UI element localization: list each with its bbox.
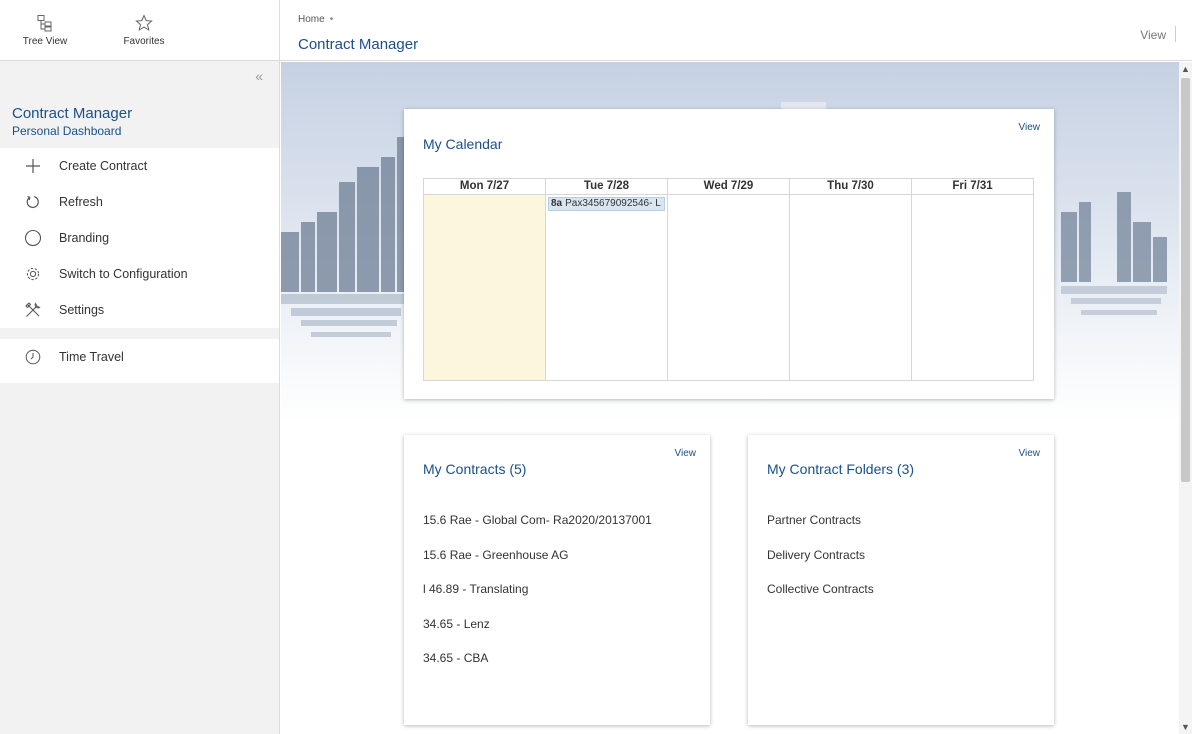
menu-item-label: Refresh [59, 195, 103, 209]
calendar-title: My Calendar [423, 136, 503, 152]
clock-icon [24, 348, 42, 366]
breadcrumb-home-link[interactable]: Home [298, 14, 325, 25]
menu-item-label: Time Travel [59, 350, 124, 364]
sidebar-subtitle: Personal Dashboard [12, 124, 122, 138]
calendar-day-column[interactable]: Thu 7/30 [790, 179, 912, 380]
gear-icon [24, 265, 42, 283]
star-icon [135, 14, 153, 32]
contracts-list: 15.6 Rae - Global Com- Ra2020/20137001 1… [423, 513, 652, 686]
menu-item-label: Create Contract [59, 159, 148, 173]
page-header: Home • Contract Manager View [280, 0, 1192, 61]
sidebar-toolbar: Tree View Favorites [0, 0, 279, 61]
settings-button[interactable]: Settings [0, 292, 279, 328]
dashboard-main: View My Calendar Mon 7/27 Tue 7/28 8a Pax… [281, 62, 1179, 734]
calendar-day-column[interactable]: Fri 7/31 [912, 179, 1033, 380]
contract-list-item[interactable]: 15.6 Rae - Global Com- Ra2020/20137001 [423, 513, 652, 548]
folder-list-item[interactable]: Partner Contracts [767, 513, 874, 548]
header-divider [1175, 26, 1176, 42]
calendar-day-body[interactable] [424, 195, 545, 380]
calendar-day-body[interactable] [790, 195, 911, 380]
scroll-up-arrow-icon[interactable]: ▲ [1179, 64, 1192, 76]
menu-item-label: Settings [59, 303, 105, 317]
sidebar-menu: Create Contract Refresh Branding Switch … [0, 148, 279, 328]
tree-view-button[interactable]: Tree View [10, 14, 80, 47]
calendar-day-body[interactable]: 8a Pax345679092546- L [546, 195, 667, 380]
contract-list-item[interactable]: 34.65 - CBA [423, 651, 652, 686]
contract-list-item[interactable]: 34.65 - Lenz [423, 617, 652, 652]
calendar-view-link[interactable]: View [1019, 122, 1041, 133]
calendar-day-column[interactable]: Tue 7/28 8a Pax345679092546- L [546, 179, 668, 380]
calendar-event-text: Pax345679092546- L [565, 198, 661, 209]
branding-button[interactable]: Branding [0, 220, 279, 256]
scroll-down-arrow-icon[interactable]: ▼ [1179, 722, 1192, 734]
sidebar-secondary-menu: Time Travel [0, 339, 279, 383]
refresh-button[interactable]: Refresh [0, 184, 279, 220]
calendar-day-body[interactable] [668, 195, 789, 380]
contracts-title: My Contracts (5) [423, 461, 527, 477]
tree-view-icon [37, 15, 52, 32]
calendar-day-header: Tue 7/28 [546, 179, 667, 195]
contract-list-item[interactable]: l 46.89 - Translating [423, 582, 652, 617]
folder-list-item[interactable]: Collective Contracts [767, 582, 874, 617]
contract-list-item[interactable]: 15.6 Rae - Greenhouse AG [423, 548, 652, 583]
breadcrumb-separator: • [329, 14, 334, 25]
scroll-thumb[interactable] [1181, 78, 1190, 482]
menu-item-label: Branding [59, 231, 110, 245]
breadcrumb: Home • [298, 14, 333, 25]
calendar-event-time: 8a [551, 198, 563, 209]
contracts-card: View My Contracts (5) 15.6 Rae - Global … [404, 435, 710, 725]
collapse-sidebar-icon[interactable]: « [255, 68, 263, 84]
favorites-button[interactable]: Favorites [109, 14, 179, 47]
calendar-day-column[interactable]: Mon 7/27 [424, 179, 546, 380]
sidebar-title: Contract Manager [12, 105, 133, 122]
contract-folders-card: View My Contract Folders (3) Partner Con… [748, 435, 1054, 725]
calendar-day-body[interactable] [912, 195, 1033, 380]
calendar-day-header: Mon 7/27 [424, 179, 545, 195]
favorites-label: Favorites [123, 36, 165, 47]
folder-list-item[interactable]: Delivery Contracts [767, 548, 874, 583]
vertical-scrollbar[interactable]: ▲ ▼ [1179, 62, 1192, 734]
calendar-day-header: Fri 7/31 [912, 179, 1033, 195]
switch-to-configuration-button[interactable]: Switch to Configuration [0, 256, 279, 292]
sidebar-heading: Contract Manager Personal Dashboard [12, 105, 132, 138]
tree-view-label: Tree View [22, 36, 68, 47]
plus-icon [24, 157, 42, 175]
calendar-day-header: Thu 7/30 [790, 179, 911, 195]
calendar-day-header: Wed 7/29 [668, 179, 789, 195]
tools-icon [24, 301, 42, 319]
menu-item-label: Switch to Configuration [59, 267, 188, 281]
folders-title: My Contract Folders (3) [767, 461, 915, 477]
calendar-day-column[interactable]: Wed 7/29 [668, 179, 790, 380]
calendar-card: View My Calendar Mon 7/27 Tue 7/28 8a Pax… [404, 109, 1054, 399]
folders-view-link[interactable]: View [1019, 448, 1041, 459]
calendar-grid: Mon 7/27 Tue 7/28 8a Pax345679092546- L W… [423, 178, 1034, 381]
calendar-event[interactable]: 8a Pax345679092546- L [548, 197, 665, 211]
page-title: Contract Manager [298, 36, 419, 53]
refresh-icon [24, 193, 42, 211]
sidebar: Tree View Favorites « Contract Manager P… [0, 0, 280, 734]
header-view-button[interactable]: View [1140, 28, 1166, 42]
create-contract-button[interactable]: Create Contract [0, 148, 279, 184]
contracts-view-link[interactable]: View [675, 448, 697, 459]
time-travel-button[interactable]: Time Travel [0, 339, 279, 375]
folders-list: Partner Contracts Delivery Contracts Col… [767, 513, 874, 617]
circle-icon [24, 229, 42, 247]
